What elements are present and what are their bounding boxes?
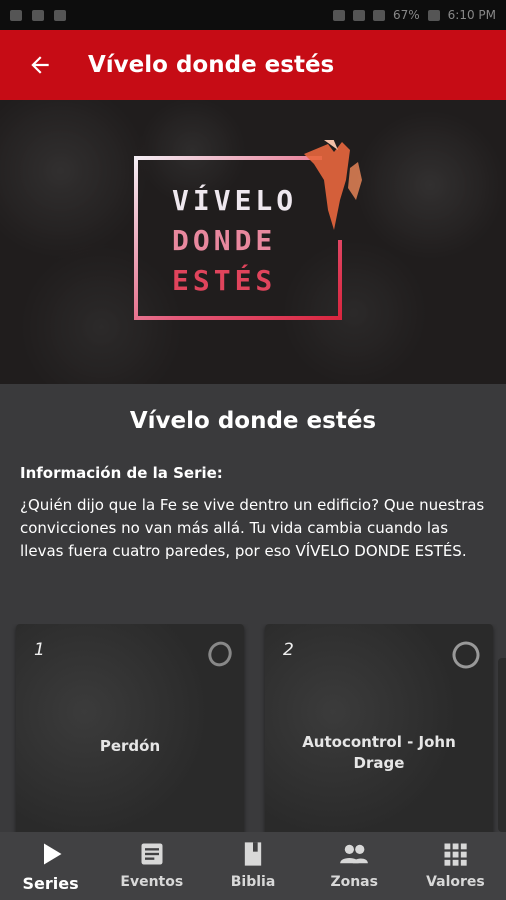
bottom-navigation: Series Eventos Biblia Zonas Valores [0, 832, 506, 900]
nav-eventos[interactable]: Eventos [101, 832, 202, 900]
status-bar: 67% 6:10 PM [0, 0, 506, 30]
episode-card[interactable]: 2 Autocontrol - John Drage [265, 624, 493, 832]
clock: 6:10 PM [447, 8, 496, 22]
nav-valores[interactable]: Valores [405, 832, 506, 900]
mute-icon [332, 9, 345, 21]
nav-zonas[interactable]: Zonas [304, 832, 405, 900]
nav-label: Eventos [120, 874, 184, 890]
church-logo-icon [452, 641, 480, 669]
church-logo-icon [208, 641, 232, 667]
play-icon [43, 843, 62, 865]
series-banner: VÍVELO DONDE ESTÉS [0, 100, 506, 384]
app-bar: Vívelo donde estés [0, 30, 506, 100]
article-icon [141, 843, 163, 865]
wifi-icon [352, 9, 365, 21]
grid-icon [444, 843, 468, 866]
series-description: ¿Quién dijo que la Fe se vive dentro un … [20, 496, 485, 560]
nav-series[interactable]: Series [0, 832, 101, 900]
episode-title: Perdón [99, 737, 161, 755]
info-label: Información de la Serie: [20, 464, 223, 482]
episode-card-peek[interactable] [498, 658, 506, 832]
episode-title: Autocontrol - John Drage [302, 733, 456, 772]
episode-number: 1 [34, 640, 45, 660]
nav-label: Biblia [230, 874, 276, 890]
signal-icon [372, 9, 385, 21]
logo-line-2: DONDE [172, 224, 277, 257]
back-button[interactable] [26, 51, 54, 79]
gallery-icon [54, 9, 66, 21]
people-icon [340, 844, 369, 864]
episode-card[interactable]: 1 Perdón [16, 624, 244, 832]
logo-line-1: VÍVELO [172, 184, 298, 217]
logo-line-3: ESTÉS [172, 264, 277, 297]
download-icon [32, 9, 44, 21]
episode-number: 2 [283, 640, 294, 660]
series-title: Vívelo donde estés [129, 408, 377, 434]
book-icon [244, 842, 262, 866]
episode-list: 1 Perdón 2 Autocontrol - John Drage [0, 624, 506, 832]
nav-label: Valores [426, 874, 485, 890]
nav-biblia[interactable]: Biblia [202, 832, 303, 900]
battery-icon [427, 9, 440, 21]
nav-label: Series [22, 874, 79, 893]
battery-percent: 67% [392, 8, 420, 22]
arrow-back-icon [31, 56, 49, 74]
nav-label: Zonas [330, 874, 378, 890]
notification-icon [10, 9, 22, 21]
page-title: Vívelo donde estés [88, 52, 335, 78]
